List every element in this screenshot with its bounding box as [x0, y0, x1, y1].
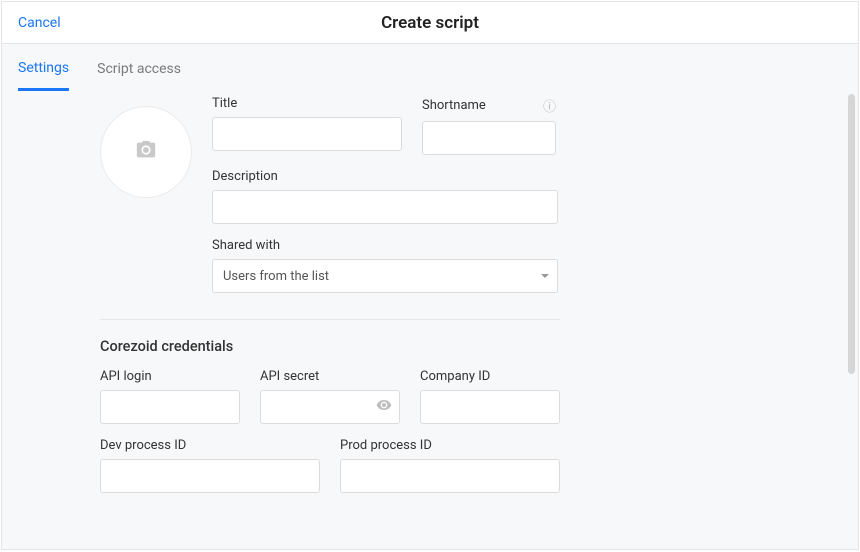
shared-with-value: Users from the list [223, 269, 329, 284]
title-label: Title [212, 96, 402, 111]
tab-settings[interactable]: Settings [18, 46, 69, 91]
chevron-down-icon [541, 274, 549, 278]
section-divider [100, 319, 560, 320]
api-login-input[interactable] [100, 390, 240, 424]
company-id-input[interactable] [420, 390, 560, 424]
eye-icon[interactable] [376, 397, 392, 417]
scrollbar-thumb[interactable] [848, 94, 855, 374]
avatar-upload[interactable] [100, 106, 192, 198]
title-input[interactable] [212, 117, 402, 151]
credentials-section-title: Corezoid credentials [100, 338, 760, 355]
scrollbar[interactable] [848, 92, 856, 489]
dialog-title: Create script [381, 13, 479, 33]
info-icon[interactable]: ⓘ [543, 96, 556, 115]
prod-process-id-label: Prod process ID [340, 438, 560, 453]
api-login-label: API login [100, 369, 240, 384]
company-id-label: Company ID [420, 369, 560, 384]
cancel-button[interactable]: Cancel [18, 15, 61, 31]
camera-icon [133, 139, 159, 165]
prod-process-id-input[interactable] [340, 459, 560, 493]
dev-process-id-input[interactable] [100, 459, 320, 493]
shortname-input[interactable] [422, 121, 556, 155]
shared-with-select[interactable]: Users from the list [212, 259, 558, 293]
description-input[interactable] [212, 190, 558, 224]
create-script-dialog: Cancel Create script Settings Script acc… [1, 1, 859, 550]
dev-process-id-label: Dev process ID [100, 438, 320, 453]
dialog-header: Cancel Create script [2, 2, 858, 44]
tab-script-access[interactable]: Script access [97, 47, 181, 89]
shared-with-label: Shared with [212, 238, 760, 253]
shortname-label: Shortname [422, 98, 486, 113]
description-label: Description [212, 169, 760, 184]
content-area: Title Shortname ⓘ [2, 92, 858, 549]
api-secret-label: API secret [260, 369, 400, 384]
tab-bar: Settings Script access [2, 44, 858, 92]
